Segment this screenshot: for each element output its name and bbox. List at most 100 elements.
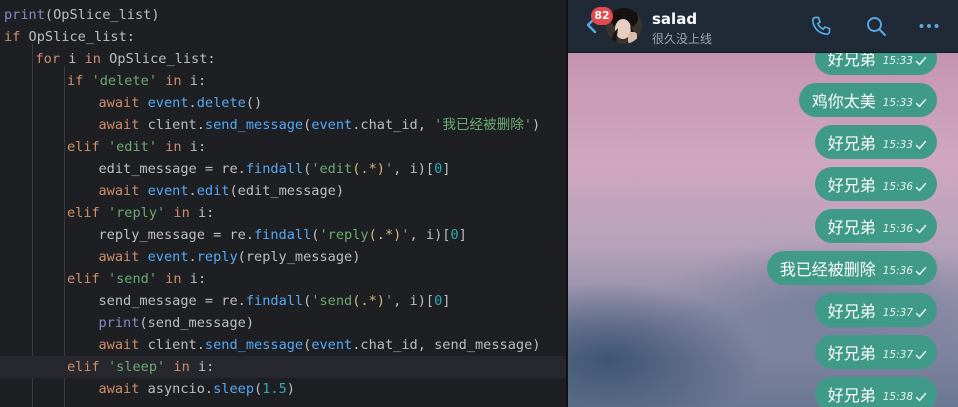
message-time: 15:37: [882, 349, 913, 361]
code-token: send_message = re.: [98, 293, 246, 309]
code-line[interactable]: elif 'sleep' in i:: [0, 356, 566, 378]
code-line[interactable]: if 'delete' in i:: [0, 70, 566, 92]
message-time: 15:36: [882, 223, 913, 235]
code-token: ): [532, 117, 541, 133]
code-token: (: [254, 381, 263, 397]
search-icon[interactable]: [864, 14, 888, 38]
message-meta: 15:33: [883, 97, 927, 109]
more-icon[interactable]: [917, 14, 941, 38]
code-token: .: [188, 95, 197, 111]
code-token: (OpSlice_list): [44, 7, 160, 23]
message-time: 15:36: [882, 265, 913, 277]
message-bubble[interactable]: 好兄弟 15:38: [814, 377, 937, 407]
code-token: in: [165, 73, 182, 89]
message-time: 15:33: [882, 139, 913, 151]
code-line[interactable]: await client.send_message(event.chat_id,…: [0, 334, 566, 356]
message-text: 好兄弟: [827, 302, 876, 321]
chat-header: 82 salad 很久没上线: [568, 0, 958, 53]
code-line[interactable]: await asyncio.sleep(1.5): [0, 378, 566, 400]
code-token: i:: [181, 139, 207, 155]
contact-status: 很久没上线: [652, 32, 713, 46]
code-token: OpSlice_list:: [20, 29, 135, 45]
code-token: 1.5: [262, 381, 287, 397]
code-token: 'edit: [311, 161, 353, 177]
message-bubble[interactable]: 我已经被删除 15:36: [766, 251, 937, 285]
message-bubble[interactable]: 好兄弟 15:37: [814, 293, 937, 327]
code-editor[interactable]: print(OpSlice_list) if OpSlice_list: for i…: [0, 0, 566, 407]
code-token: await: [98, 381, 140, 397]
code-token: findall: [254, 227, 312, 243]
code-token: i: [60, 51, 85, 67]
code-line[interactable]: print(send_message): [0, 312, 566, 334]
code-token: i:: [181, 73, 207, 89]
unread-badge: 82: [591, 7, 613, 25]
message-meta: 15:33: [883, 139, 927, 151]
code-token: (send_message): [139, 315, 254, 331]
code-line[interactable]: elif 'reply' in i:: [0, 202, 566, 224]
code-line[interactable]: reply_message = re.findall('reply(.*)', …: [0, 224, 566, 246]
code-token: elif: [67, 359, 100, 375]
code-token: 'sleep': [107, 359, 166, 375]
code-token: (.*): [368, 227, 402, 243]
code-token: (edit_message): [229, 183, 345, 199]
read-check-icon: [915, 308, 927, 318]
code-token: event: [139, 95, 189, 111]
code-line[interactable]: if OpSlice_list:: [0, 26, 566, 48]
message-time: 15:37: [882, 307, 913, 319]
code-token: (reply_message): [237, 249, 361, 265]
contact-name[interactable]: salad: [652, 10, 697, 28]
code-token: client.: [139, 337, 205, 353]
code-token: , i)[: [409, 227, 451, 243]
code-line[interactable]: await event.delete(): [0, 92, 566, 114]
code-token: reply: [196, 249, 238, 265]
message-text: 我已经被删除: [779, 260, 876, 279]
message-bubble[interactable]: 好兄弟 15:36: [814, 167, 937, 201]
code-token: sleep: [213, 381, 255, 397]
code-token: await: [98, 249, 140, 265]
code-token: 'edit': [107, 139, 158, 155]
code-token: OpSlice_list:: [101, 51, 216, 67]
read-check-icon: [915, 182, 927, 192]
code-token: if: [67, 73, 84, 89]
code-line[interactable]: await event.reply(reply_message): [0, 246, 566, 268]
message-bubble[interactable]: 好兄弟 15:36: [814, 209, 937, 243]
code-line[interactable]: await client.send_message(event.chat_id,…: [0, 114, 566, 136]
code-token: , i)[: [393, 161, 435, 177]
code-token: ]: [442, 161, 451, 177]
message-bubble[interactable]: 鸡你太美 15:33: [798, 83, 937, 117]
code-token: ': [384, 161, 394, 177]
code-token: .: [188, 183, 197, 199]
code-line[interactable]: elif 'send' in i:: [0, 268, 566, 290]
message-text: 好兄弟: [827, 386, 876, 405]
code-token: client.: [139, 117, 205, 133]
message-text: 好兄弟: [827, 176, 876, 195]
code-token: (.*): [352, 161, 385, 177]
code-line[interactable]: elif 'edit' in i:: [0, 136, 566, 158]
code-line[interactable]: print(OpSlice_list): [0, 4, 566, 26]
message-meta: 15:37: [883, 307, 927, 319]
code-line[interactable]: await event.edit(edit_message): [0, 180, 566, 202]
phone-icon[interactable]: [809, 14, 833, 38]
code-token: delete: [196, 95, 246, 111]
code-token: ': [401, 227, 410, 243]
code-token: .chat_id, send_message): [352, 337, 541, 353]
message-bubble[interactable]: 好兄弟 15:33: [814, 125, 937, 159]
code-token: event: [311, 337, 353, 353]
message-meta: 15:36: [883, 181, 927, 193]
code-token: .chat_id,: [352, 117, 435, 133]
message-meta: 15:37: [883, 349, 927, 361]
code-line[interactable]: edit_message = re.findall('edit(.*)', i)…: [0, 158, 566, 180]
code-token: in: [84, 51, 101, 67]
code-token: elif: [67, 139, 100, 155]
code-token: ]: [458, 227, 467, 243]
code-token: (.*): [352, 293, 385, 309]
code-line[interactable]: for i in OpSlice_list:: [0, 48, 566, 70]
code-token: 'reply': [107, 205, 166, 221]
code-token: (): [245, 95, 263, 111]
code-line[interactable]: send_message = re.findall('send(.*)', i)…: [0, 290, 566, 312]
message-bubble[interactable]: 好兄弟 15:37: [814, 335, 937, 369]
